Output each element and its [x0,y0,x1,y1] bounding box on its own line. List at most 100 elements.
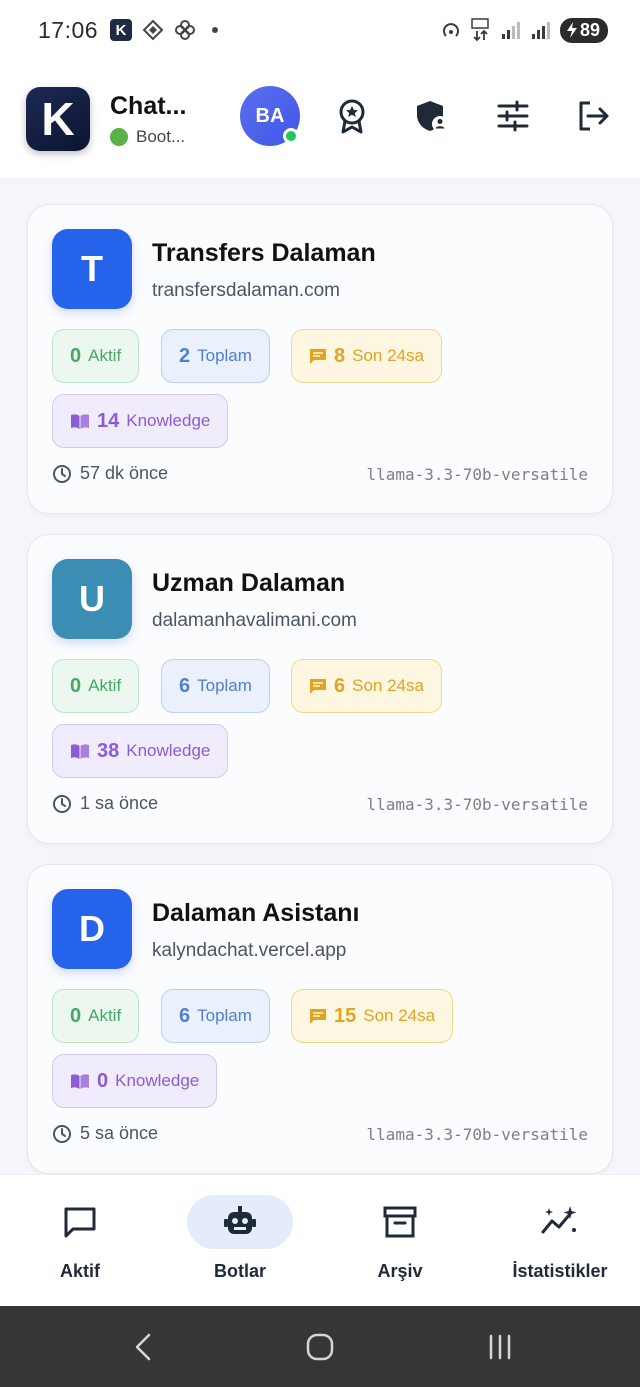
home-circle-icon [306,1333,334,1361]
active-count: 0 [70,1004,82,1027]
shield-user-icon [417,101,448,132]
clock-icon [52,464,72,484]
avatar-initials: BA [255,104,285,127]
total-label: Toplam [197,1006,252,1025]
last-activity: 1 sa önce [52,793,158,814]
sliders-icon [497,100,529,132]
bot-name: Transfers Dalaman [152,239,376,267]
recent-count: 8 [334,344,346,367]
system-recents-button[interactable] [480,1330,520,1364]
app-logo[interactable]: K [26,87,90,151]
last-activity-text: 57 dk önce [80,463,169,483]
bot-card[interactable]: D Dalaman Asistanı kalyndachat.vercel.ap… [27,864,613,1174]
recent-count-badge: 15 Son 24sa [291,989,454,1043]
app-title: Chat... [110,91,187,120]
bot-avatar: D [52,889,132,969]
app-notification-icon: K [110,19,133,41]
award-button[interactable] [333,97,371,135]
message-icon [309,347,327,365]
avatar-online-indicator [283,128,299,144]
security-settings-button[interactable] [413,97,451,135]
active-count: 0 [70,674,82,697]
bot-avatar: T [52,229,132,309]
total-count: 6 [179,674,191,697]
bot-name: Uzman Dalaman [152,569,346,597]
nav-item-aktif[interactable]: Aktif [0,1195,160,1295]
bot-avatar: U [52,559,132,639]
knowledge-label: Knowledge [126,741,211,760]
clock-icon [52,794,72,814]
bot-card[interactable]: T Transfers Dalaman transfersdalaman.com… [27,204,613,514]
nav-label-aktif: Aktif [60,1261,100,1281]
logout-button[interactable] [574,97,612,135]
recent-count-badge: 8 Son 24sa [291,329,442,383]
more-notifications-dot [212,27,219,33]
nav-label-botlar: Botlar [213,1261,266,1281]
active-count-badge: 0 Aktif [52,659,140,713]
active-count-badge: 0 Aktif [52,329,140,383]
nav-item-istatistikler[interactable]: İstatistikler [480,1195,640,1295]
back-chevron-icon [135,1333,151,1361]
knowledge-label: Knowledge [126,411,211,430]
book-icon [70,412,90,430]
signal-1-icon [501,22,520,39]
nav-icon-wrap [347,1195,453,1249]
total-count-badge: 6 Toplam [161,989,270,1043]
knowledge-count: 0 [97,1069,109,1092]
last-activity: 5 sa önce [52,1123,158,1144]
app-header: K Chat... Boot... BA [0,60,640,178]
bottom-navigation: Aktif Botlar Arşiv İstatistikler [0,1174,640,1306]
system-home-button[interactable] [300,1330,340,1364]
online-status-icon [110,127,128,146]
recent-count-badge: 6 Son 24sa [291,659,442,713]
recent-count: 6 [334,674,346,697]
filter-settings-button[interactable] [494,97,532,135]
total-count-badge: 6 Toplam [161,659,270,713]
active-count: 0 [70,344,82,367]
last-activity: 57 dk önce [52,463,168,484]
system-back-button[interactable] [123,1330,163,1364]
active-label: Aktif [88,346,122,365]
archive-icon [383,1206,417,1238]
bot-domain: dalamanhavalimani.com [152,610,357,631]
status-notification-icons: K [110,19,219,41]
app-subtitle-text: Boot... [136,126,186,146]
knowledge-count-badge: 0 Knowledge [52,1054,218,1108]
total-label: Toplam [197,346,252,365]
bot-domain: transfersdalaman.com [152,280,340,301]
total-count-badge: 2 Toplam [161,329,270,383]
signal-2-icon [531,22,550,39]
last-activity-text: 5 sa önce [80,1123,159,1143]
chat-bubble-icon [64,1207,96,1238]
hotspot-icon [443,23,459,37]
nav-item-arsiv[interactable]: Arşiv [320,1195,480,1295]
knowledge-count-badge: 38 Knowledge [52,724,229,778]
status-time: 17:06 [38,16,99,43]
user-avatar[interactable]: BA [240,86,300,146]
knowledge-count-badge: 14 Knowledge [52,394,229,448]
total-label: Toplam [197,676,252,695]
status-bar: 17:06 K 89 [0,0,640,60]
last-activity-text: 1 sa önce [80,793,159,813]
total-count: 6 [179,1004,191,1027]
total-count: 2 [179,344,191,367]
award-icon [339,99,365,134]
book-icon [70,1072,90,1090]
bot-card[interactable]: U Uzman Dalaman dalamanhavalimani.com 0 … [27,534,613,844]
recent-label: Son 24sa [363,1006,436,1025]
message-icon [309,1007,327,1025]
network-5g-icon [471,18,489,42]
nav-item-botlar[interactable]: Botlar [160,1195,320,1295]
active-label: Aktif [88,1006,122,1025]
nav-icon-wrap [507,1195,613,1249]
charging-bolt-icon [566,22,577,38]
system-navigation-bar [0,1306,640,1387]
message-icon [309,677,327,695]
robot-icon [224,1206,256,1234]
diamond-app-icon [142,19,164,41]
status-system-icons: 89 [440,17,608,43]
model-name: llama-3.3-70b-versatile [366,795,588,814]
knowledge-label: Knowledge [115,1071,200,1090]
active-label: Aktif [88,676,122,695]
recent-count: 15 [334,1004,357,1027]
